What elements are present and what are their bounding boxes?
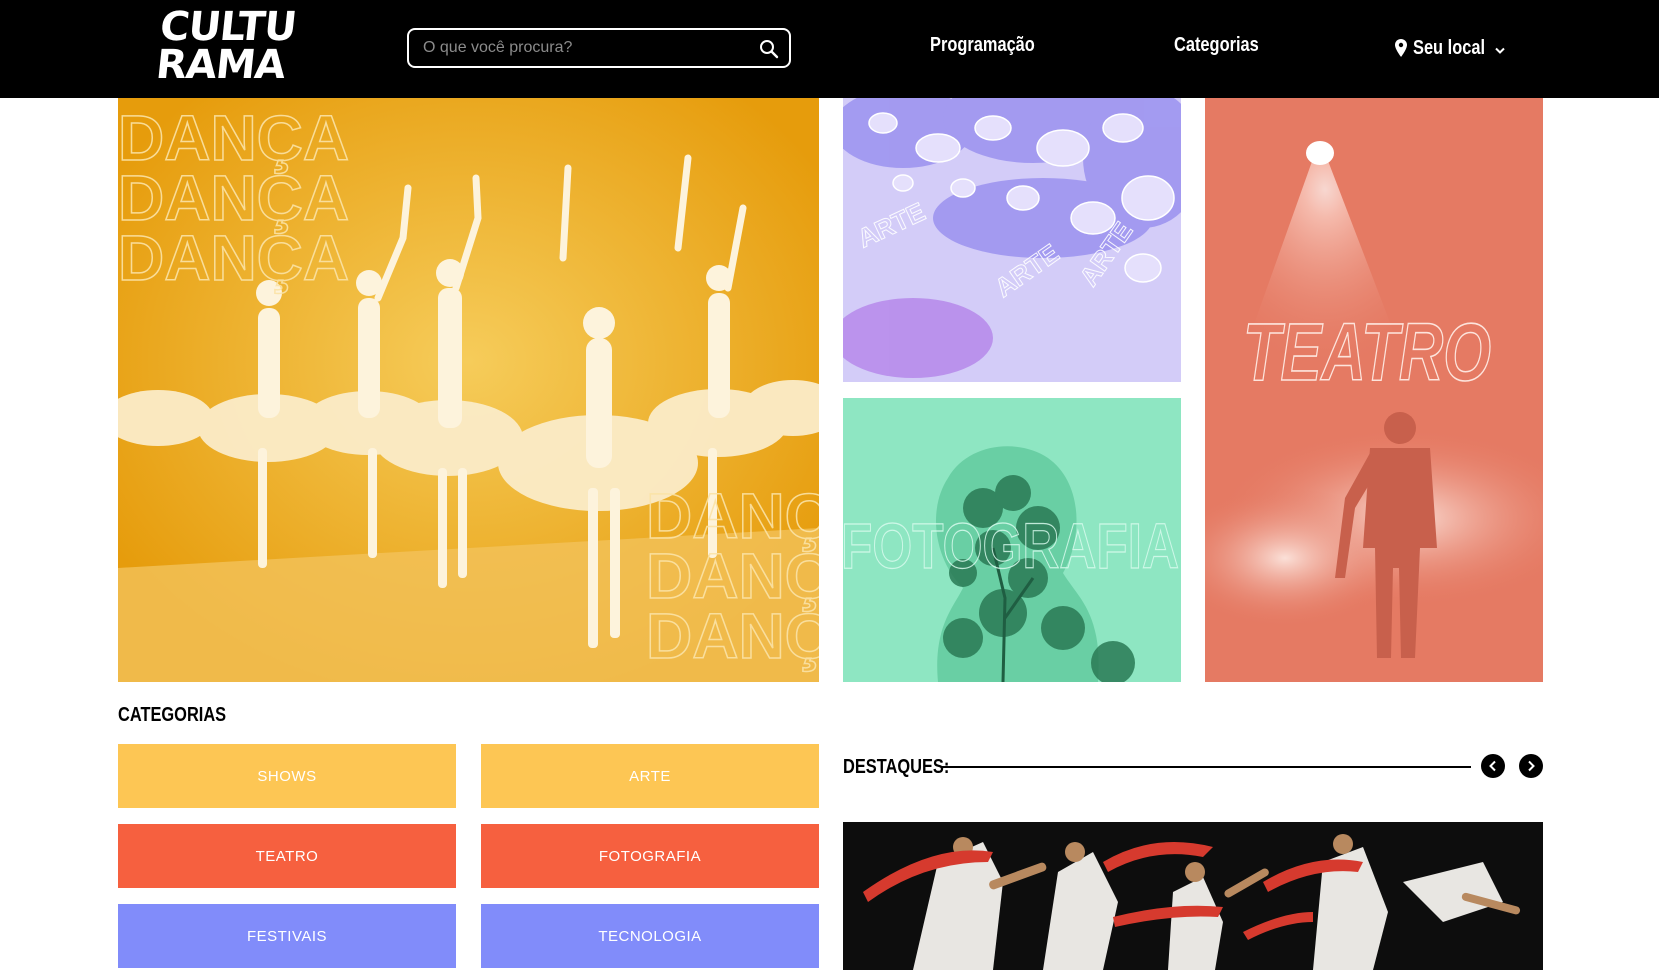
category-shows-button[interactable]: SHOWS [118,744,456,808]
category-teatro-button[interactable]: TEATRO [118,824,456,888]
teatro-word: TEATRO [1243,307,1491,398]
nav-categorias[interactable]: Categorias [1174,34,1259,57]
hero-tile-teatro[interactable]: TEATRO [1205,98,1543,682]
fotografia-word: FOTOGRAFIA [843,510,1179,582]
category-tecnologia-button[interactable]: TECNOLOGIA [481,904,819,968]
search-icon[interactable] [759,39,779,59]
chevron-down-icon [1495,47,1505,54]
destaque-dancers-image [843,822,1543,970]
categorias-heading: CATEGORIAS [118,704,227,726]
search-box [407,28,791,68]
logo[interactable]: CULTU RAMA [153,4,299,88]
teatro-image: TEATRO [1205,98,1543,682]
category-fotografia-button[interactable]: FOTOGRAFIA [481,824,819,888]
chevron-left-icon [1489,760,1496,772]
danca-image: DANÇA DANÇA DANÇA DANÇA DANÇA DANÇA [118,98,819,682]
chevron-right-icon [1528,760,1535,772]
nav-programacao[interactable]: Programação [930,34,1035,57]
fotografia-image: FOTOGRAFIA [843,398,1181,682]
danca-word-3: DANÇA [118,222,349,294]
destaque-image[interactable] [843,822,1543,970]
location-selector[interactable]: Seu local [1395,36,1505,60]
logo-line-2: RAMA [153,42,288,88]
location-pin-icon [1395,39,1407,57]
carousel-next-button[interactable] [1519,754,1543,778]
location-label: Seu local [1413,36,1486,59]
arte-image: ARTE ARTE ARTE [843,98,1181,382]
hero-tile-danca[interactable]: DANÇA DANÇA DANÇA DANÇA DANÇA DANÇA [118,98,819,682]
category-festivais-button[interactable]: FESTIVAIS [118,904,456,968]
danca-word-6: DANÇA [646,600,819,672]
hero-tile-arte[interactable]: ARTE ARTE ARTE [843,98,1181,382]
hero-tile-fotografia[interactable]: FOTOGRAFIA [843,398,1181,682]
carousel-prev-button[interactable] [1481,754,1505,778]
destaques-divider [942,766,1471,768]
logo-line-1: CULTU [157,4,299,50]
category-arte-button[interactable]: ARTE [481,744,819,808]
destaques-heading: DESTAQUES: [843,756,950,778]
site-header: CULTU RAMA Programação Categorias Seu lo… [0,0,1659,98]
search-input[interactable] [423,38,743,58]
